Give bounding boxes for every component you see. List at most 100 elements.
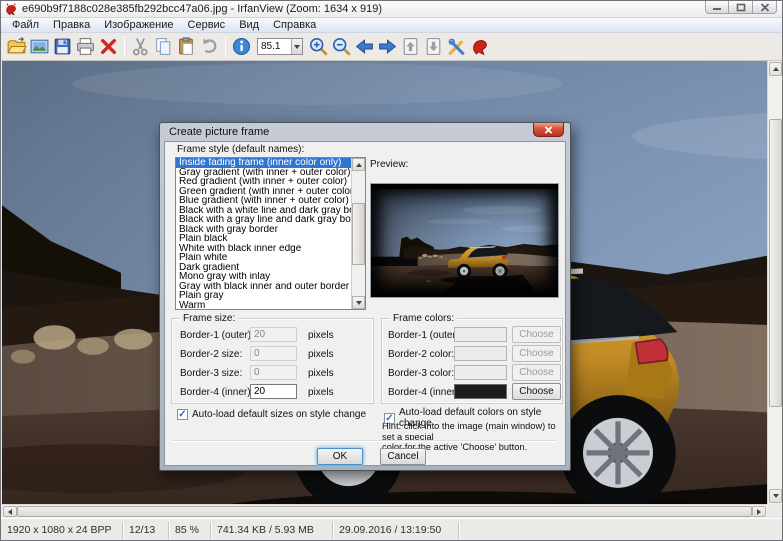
list-item[interactable]: Black with a gray line and dark gray bor… <box>176 215 365 225</box>
pixels-unit: pixels <box>308 387 334 398</box>
status-zoom-percent: 85 % <box>169 522 211 539</box>
zoom-out-icon[interactable] <box>331 36 352 57</box>
menu-view[interactable]: Вид <box>232 18 266 33</box>
close-button[interactable] <box>753 1 777 14</box>
frame-colors-group: Frame colors: Border-1 (outer) color: Ch… <box>381 318 563 404</box>
next-image-icon[interactable] <box>377 36 398 57</box>
list-item[interactable]: Red gradient (with inner + outer color) <box>176 177 365 187</box>
frame-style-listbox[interactable]: Inside fading frame (inner color only) G… <box>175 157 366 310</box>
list-item[interactable]: Blue gradient (with inner + outer color) <box>176 196 365 206</box>
dialog-body: Frame style (default names): Inside fadi… <box>164 141 566 466</box>
autoload-sizes-checkbox[interactable]: ✓ Auto-load default sizes on style chang… <box>177 409 366 420</box>
border3-size-input[interactable] <box>250 365 297 380</box>
border4-size-input[interactable] <box>250 384 297 399</box>
vertical-scroll-thumb[interactable] <box>769 119 782 407</box>
preview-label: Preview: <box>370 159 408 170</box>
undo-icon[interactable] <box>199 36 220 57</box>
listbox-scroll-down[interactable] <box>352 296 365 309</box>
pixels-unit: pixels <box>308 349 334 360</box>
frame-size-group: Frame size: Border-1 (outer) size: pixel… <box>171 318 374 404</box>
footer-divider <box>173 440 557 441</box>
scroll-up-button[interactable] <box>769 62 782 76</box>
close-icon <box>760 3 770 12</box>
autoload-sizes-label: Auto-load default sizes on style change <box>192 409 366 420</box>
menu-edit[interactable]: Правка <box>46 18 97 33</box>
menubar: Файл Правка Изображение Сервис Вид Справ… <box>1 18 782 33</box>
border3-color-label: Border-3 color: <box>388 368 454 379</box>
open-folder-icon[interactable] <box>6 36 27 57</box>
ok-button[interactable]: OK <box>317 448 363 465</box>
listbox-scrollbar[interactable] <box>351 158 365 309</box>
border2-size-input[interactable] <box>250 346 297 361</box>
page-down-icon[interactable] <box>423 36 444 57</box>
list-item[interactable]: Gray with black inner and outer border <box>176 282 365 292</box>
menu-file[interactable]: Файл <box>5 18 46 33</box>
scroll-left-button[interactable] <box>3 506 17 517</box>
status-empty <box>459 522 782 539</box>
dialog-title: Create picture frame <box>169 126 269 138</box>
border2-choose-button[interactable]: Choose <box>512 345 561 362</box>
window-title: e690b9f7188c028e385fb292bcc47a06.jpg - I… <box>22 3 382 15</box>
app-icon <box>5 3 18 16</box>
list-item[interactable]: Plain gray <box>176 291 365 301</box>
page-up-icon[interactable] <box>400 36 421 57</box>
list-item[interactable]: Warm <box>176 301 365 311</box>
copy-icon[interactable] <box>153 36 174 57</box>
border2-color-label: Border-2 color: <box>388 349 454 360</box>
list-item[interactable]: Inside fading frame (inner color only) <box>176 158 365 168</box>
cancel-button[interactable]: Cancel <box>380 448 426 465</box>
delete-icon[interactable] <box>98 36 119 57</box>
menu-help[interactable]: Справка <box>266 18 323 33</box>
scroll-right-button[interactable] <box>752 506 766 517</box>
border1-choose-button[interactable]: Choose <box>512 326 561 343</box>
menu-options[interactable]: Сервис <box>181 18 233 33</box>
list-item[interactable]: Black with a white line and dark gray bo… <box>176 206 365 216</box>
exit-icon[interactable] <box>469 36 490 57</box>
save-icon[interactable] <box>52 36 73 57</box>
list-item[interactable]: Black with gray border <box>176 225 365 235</box>
titlebar[interactable]: e690b9f7188c028e385fb292bcc47a06.jpg - I… <box>1 1 782 18</box>
settings-icon[interactable] <box>446 36 467 57</box>
listbox-scroll-thumb[interactable] <box>352 203 365 265</box>
menu-image[interactable]: Изображение <box>97 18 180 33</box>
minimize-button[interactable] <box>705 1 729 14</box>
pixels-unit: pixels <box>308 368 334 379</box>
border4-choose-button[interactable]: Choose <box>512 383 561 400</box>
hint-line-1: Hint: click into the image (main window)… <box>382 421 570 442</box>
listbox-scroll-up[interactable] <box>352 158 365 171</box>
zoom-in-icon[interactable] <box>308 36 329 57</box>
zoom-combobox[interactable]: 85.1 <box>257 38 303 55</box>
border3-choose-button[interactable]: Choose <box>512 364 561 381</box>
frame-preview <box>370 183 559 298</box>
list-item[interactable]: White with black inner edge <box>176 244 365 254</box>
cut-icon[interactable] <box>130 36 151 57</box>
border3-size-label: Border-3 size: <box>180 368 242 379</box>
horizontal-scrollbar[interactable] <box>2 504 767 518</box>
border4-color-swatch <box>454 384 507 399</box>
info-icon[interactable] <box>231 36 252 57</box>
horizontal-scroll-thumb[interactable] <box>17 506 752 517</box>
list-item[interactable]: Gray gradient (with inner + outer color) <box>176 168 365 178</box>
border1-size-input[interactable] <box>250 327 297 342</box>
border1-color-swatch <box>454 327 507 342</box>
list-item[interactable]: Mono gray with inlay <box>176 272 365 282</box>
status-file-date: 29.09.2016 / 13:19:50 <box>333 522 459 539</box>
dialog-close-button[interactable] <box>533 123 564 137</box>
vertical-scrollbar[interactable] <box>767 61 783 504</box>
print-icon[interactable] <box>75 36 96 57</box>
paste-icon[interactable] <box>176 36 197 57</box>
thumbnails-icon[interactable] <box>29 36 50 57</box>
list-item[interactable]: Plain black <box>176 234 365 244</box>
border2-color-swatch <box>454 346 507 361</box>
maximize-icon <box>736 3 746 12</box>
list-item[interactable]: Dark gradient <box>176 263 365 273</box>
list-item[interactable]: Green gradient (with inner + outer color… <box>176 187 365 197</box>
zoom-dropdown-arrow[interactable] <box>291 39 302 54</box>
maximize-button[interactable] <box>729 1 753 14</box>
dialog-titlebar[interactable]: Create picture frame <box>160 123 570 141</box>
list-item[interactable]: Plain white <box>176 253 365 263</box>
toolbar: 85.1 <box>1 33 782 61</box>
scroll-down-button[interactable] <box>769 489 782 503</box>
status-file-size: 741.34 KB / 5.93 MB <box>211 522 333 539</box>
previous-image-icon[interactable] <box>354 36 375 57</box>
